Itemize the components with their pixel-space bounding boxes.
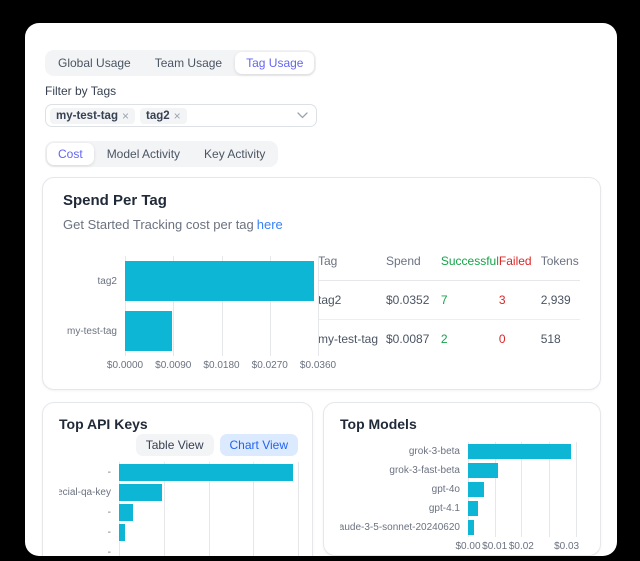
filter-by-tags-label: Filter by Tags: [45, 84, 601, 98]
category-label: gpt-4o: [340, 480, 468, 499]
top-api-keys-title: Top API Keys: [59, 416, 298, 432]
top-models-card: Top Models grok-3-betagrok-3-fast-betagp…: [323, 402, 601, 556]
bar: [119, 464, 293, 481]
bar: [468, 520, 474, 535]
x-axis-tick: $0.0180: [203, 360, 239, 371]
table-row: tag2$0.0352732,939: [318, 281, 580, 320]
column-header-tag: Tag: [318, 252, 386, 281]
here-link[interactable]: here: [257, 217, 283, 232]
column-header-spend: Spend: [386, 252, 441, 281]
x-axis-tick: $0.01: [482, 541, 507, 552]
bar: [119, 484, 162, 501]
cell-failed: 3: [499, 281, 541, 320]
cell-spend: $0.0087: [386, 320, 441, 359]
tag-spend-table: TagSpendSuccessfulFailedTokenstag2$0.035…: [318, 252, 580, 358]
tag-chip-tag2: tag2 ×: [140, 108, 187, 124]
cost-activity-tabs: Cost Model Activity Key Activity: [45, 141, 278, 167]
x-axis-tick: $0.03: [554, 541, 579, 552]
x-axis-tick: $0.0000: [107, 360, 143, 371]
column-header-successful: Successful: [441, 252, 499, 281]
chart-view-button[interactable]: Chart View: [220, 434, 298, 456]
tab-global-usage[interactable]: Global Usage: [47, 52, 142, 74]
spend-card-subtitle: Get Started Tracking cost per taghere: [63, 217, 580, 232]
bar: [125, 261, 314, 301]
tag-chip-label: tag2: [146, 109, 170, 123]
category-label: -: [59, 462, 119, 482]
tab-model-activity[interactable]: Model Activity: [96, 143, 191, 165]
category-label: grok-3-beta: [340, 442, 468, 461]
cell-successful: 2: [441, 320, 499, 359]
cell-tag: my-test-tag: [318, 320, 386, 359]
bar: [468, 463, 498, 478]
gridline: [318, 256, 319, 356]
bar: [468, 444, 571, 459]
bar: [468, 482, 484, 497]
cell-tokens: 2,939: [541, 281, 580, 320]
tab-tag-usage[interactable]: Tag Usage: [235, 52, 314, 74]
category-label: -: [59, 502, 119, 522]
table-row: my-test-tag$0.008720518: [318, 320, 580, 359]
column-header-failed: Failed: [499, 252, 541, 281]
chevron-down-icon[interactable]: [297, 112, 308, 119]
top-models-chart: grok-3-betagrok-3-fast-betagpt-4ogpt-4.1…: [340, 442, 584, 554]
tab-cost[interactable]: Cost: [47, 143, 94, 165]
tag-chip-label: my-test-tag: [56, 109, 118, 123]
category-label: pecial-qa-key: [59, 482, 119, 502]
bar: [119, 524, 125, 541]
cell-tag: tag2: [318, 281, 386, 320]
tag-chip-my-test-tag: my-test-tag ×: [50, 108, 135, 124]
usage-tabs: Global Usage Team Usage Tag Usage: [45, 50, 316, 76]
category-label: -: [59, 542, 119, 556]
cell-successful: 7: [441, 281, 499, 320]
remove-tag-icon[interactable]: ×: [122, 109, 129, 123]
category-label: my-test-tag: [63, 306, 125, 356]
bar: [119, 504, 133, 521]
table-view-button[interactable]: Table View: [136, 434, 214, 456]
x-axis-tick: $0.0090: [155, 360, 191, 371]
tab-team-usage[interactable]: Team Usage: [144, 52, 233, 74]
column-header-tokens: Tokens: [541, 252, 580, 281]
top-api-keys-chart: -pecial-qa-key---: [59, 462, 298, 556]
tab-key-activity[interactable]: Key Activity: [193, 143, 276, 165]
category-label: claude-3-5-sonnet-20240620: [340, 518, 468, 537]
category-label: gpt-4.1: [340, 499, 468, 518]
top-models-title: Top Models: [340, 416, 584, 432]
bar: [125, 311, 172, 351]
cell-failed: 0: [499, 320, 541, 359]
remove-tag-icon[interactable]: ×: [174, 109, 181, 123]
x-axis-tick: $0.0270: [252, 360, 288, 371]
spend-per-tag-chart: tag2my-test-tag $0.0000 $0.0090 $0.0180 $0.0…: [63, 250, 318, 373]
gridline: [298, 462, 299, 556]
x-axis-tick: $0.00: [455, 541, 480, 552]
app-panel: Global Usage Team Usage Tag Usage Filter…: [25, 23, 617, 556]
category-label: grok-3-fast-beta: [340, 461, 468, 480]
category-label: -: [59, 522, 119, 542]
x-axis-tick: $0.02: [509, 541, 534, 552]
x-axis-tick: $0.0360: [300, 360, 336, 371]
bar: [468, 501, 478, 516]
spend-card-title: Spend Per Tag: [63, 192, 580, 209]
tag-filter-select[interactable]: my-test-tag × tag2 ×: [45, 104, 317, 127]
spend-per-tag-card: Spend Per Tag Get Started Tracking cost …: [42, 177, 601, 390]
subtitle-text: Get Started Tracking cost per tag: [63, 217, 254, 232]
category-label: tag2: [63, 256, 125, 306]
cell-spend: $0.0352: [386, 281, 441, 320]
top-api-keys-card: Top API Keys Table View Chart View -peci…: [42, 402, 313, 556]
cell-tokens: 518: [541, 320, 580, 359]
